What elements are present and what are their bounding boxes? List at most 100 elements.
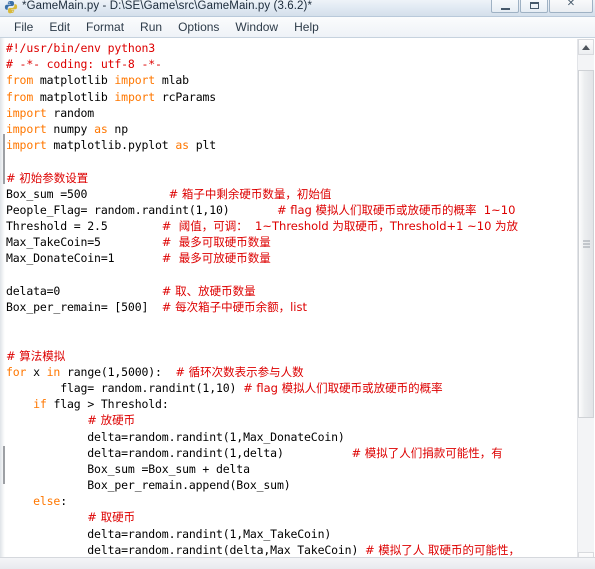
code-token-comment: # 阈值，可调： 1~Threshold 为取硬币，Threshold+1 ~1… (161, 219, 519, 234)
scrollbar-thumb[interactable] (578, 69, 594, 418)
code-token-keyword: import (6, 121, 47, 136)
code-token-keyword: as (94, 121, 108, 136)
code-token-plain: Box_per_remain= [500] (6, 300, 162, 314)
code-token-plain: random (46, 105, 95, 120)
close-icon: ✕ (566, 0, 576, 9)
code-token-keyword: import (6, 138, 47, 153)
code-token-comment: # 每次箱子中硬币余额，list (161, 300, 307, 314)
code-token-plain: flag > Threshold: (46, 397, 169, 412)
statusbar (0, 557, 595, 569)
code-token-comment: # flag 模拟人们取硬币或放硬币的概率 1~10 (276, 202, 516, 217)
menu-item-run[interactable]: Run (132, 18, 170, 37)
code-token-plain: x (26, 364, 47, 379)
window-title: *GameMain.py - D:\SE\Game\src\GameMain.p… (22, 0, 313, 12)
editor-left-artifact-bottom (3, 446, 5, 484)
code-line: delta=random.randint(1,Max_TakeCoin) (6, 526, 571, 542)
titlebar[interactable]: *GameMain.py - D:\SE\Game\src\GameMain.p… (0, 0, 595, 17)
code-token-keyword: from (6, 73, 34, 88)
code-token-plain: delta=random.randint(1,Max_TakeCoin) (6, 526, 332, 541)
code-token-comment: # 初始参数设置 (6, 170, 89, 185)
maximize-icon (529, 2, 539, 9)
maximize-button[interactable] (520, 0, 548, 13)
code-token-keyword: in (46, 364, 61, 379)
minimize-icon (500, 8, 510, 10)
menubar: File Edit Format Run Options Window Help (0, 17, 595, 38)
code-token-comment: # flag 模拟人们取硬币或放硬币的概率 (243, 380, 443, 395)
code-line: import random (6, 105, 571, 121)
python-idle-icon (4, 0, 18, 14)
code-line: import matplotlib.pyplot as plt (6, 137, 571, 153)
code-token-keyword: if (33, 397, 47, 412)
code-line: Max_TakeCoin=5 # 最多可取硬币数量 (6, 234, 571, 250)
code-line: for x in range(1,5000): # 循环次数表示参与人数 (6, 364, 571, 380)
menu-item-format[interactable]: Format (78, 18, 132, 37)
close-button[interactable]: ✕ (549, 0, 593, 13)
code-token-comment: # 取硬币 (87, 510, 136, 525)
code-token-plain: : (60, 494, 67, 509)
code-token-comment: #!/usr/bin/env python3 (6, 41, 156, 55)
code-line: delata=0 # 取、放硬币数量 (6, 283, 571, 299)
code-line: #!/usr/bin/env python3 (6, 40, 571, 56)
code-token-plain: delta=random.randint(delta,Max_TakeCoin) (6, 542, 366, 556)
code-token-keyword: from (6, 89, 34, 104)
code-line: # -*- coding: utf-8 -*- (6, 56, 571, 72)
code-line: Box_per_remain= [500] # 每次箱子中硬币余额，list (6, 299, 571, 315)
editor-left-artifact-top (3, 134, 5, 184)
code-token-comment: # 最多可放硬币数量 (161, 251, 271, 266)
code-text[interactable]: #!/usr/bin/env python3 # -*- coding: utf-… (6, 40, 571, 556)
menu-item-edit[interactable]: Edit (41, 18, 78, 37)
menu-item-file[interactable]: File (6, 18, 41, 37)
code-token-plain: rcParams (155, 89, 217, 104)
code-token-plain: Max_DonateCoin=1 (6, 251, 162, 266)
code-token-keyword: import (114, 73, 156, 88)
code-line: if flag > Threshold: (6, 396, 571, 412)
scroll-up-arrow[interactable] (578, 39, 594, 55)
vertical-scrollbar[interactable] (577, 39, 594, 568)
code-token-plain: Box_per_remain.append(Box_sum) (6, 478, 291, 493)
code-token-plain: matplotlib (33, 73, 115, 88)
code-token-plain: np (107, 121, 128, 136)
code-token-comment: # 箱子中剩余硬币数量，初始值 (168, 186, 332, 201)
code-token-comment: # 模拟了人们捐款可能性，有 (351, 445, 503, 460)
code-token-plain: plt (188, 138, 217, 153)
code-line: # 初始参数设置 (6, 170, 571, 186)
code-token-keyword: else (33, 494, 61, 509)
code-token-plain: delata=0 (6, 283, 162, 298)
code-line: Box_sum =500 # 箱子中剩余硬币数量，初始值 (6, 186, 571, 202)
code-line: # 放硬币 (6, 412, 571, 428)
code-token-keyword: for (6, 364, 27, 379)
chevron-up-icon (582, 44, 590, 50)
code-token-plain: Threshold = 2.5 (6, 219, 162, 234)
code-token-comment: # -*- coding: utf-8 -*- (6, 57, 162, 72)
code-token-plain: range(1,5000): (60, 364, 176, 379)
code-token-plain: delta=random.randint(1,Max_DonateCoin) (6, 429, 345, 444)
menu-item-window[interactable]: Window (227, 18, 286, 37)
code-line: flag= random.randint(1,10) # flag 模拟人们取硬… (6, 380, 571, 396)
code-line: Max_DonateCoin=1 # 最多可放硬币数量 (6, 250, 571, 266)
code-token-comment: # 放硬币 (87, 413, 136, 428)
code-token-plain: numpy (46, 121, 95, 136)
menu-item-help[interactable]: Help (286, 18, 327, 37)
minimize-button[interactable] (491, 0, 519, 13)
code-token-comment: # 循环次数表示参与人数 (175, 364, 304, 379)
code-token-keyword: as (175, 138, 189, 153)
code-token-comment: # 模拟了人 取硬币的可能性， (365, 542, 520, 556)
code-line: from matplotlib import mlab (6, 72, 571, 88)
editor-left-margin (0, 38, 5, 569)
menu-item-options[interactable]: Options (170, 18, 227, 37)
code-token-keyword: import (6, 105, 47, 120)
code-line: import numpy as np (6, 121, 571, 137)
editor-area[interactable]: #!/usr/bin/env python3 # -*- coding: utf-… (0, 38, 595, 569)
scrollbar-grip-icon (583, 238, 590, 249)
code-token-plain: delta=random.randint(1,delta) (6, 445, 352, 460)
code-line: Box_per_remain.append(Box_sum) (6, 477, 571, 493)
code-token-plain: Box_sum =Box_sum + delta (6, 461, 250, 476)
code-token-plain: flag= random.randint(1,10) (6, 380, 244, 395)
code-token-plain: matplotlib (33, 89, 115, 104)
code-line: from matplotlib import rcParams (6, 89, 571, 105)
